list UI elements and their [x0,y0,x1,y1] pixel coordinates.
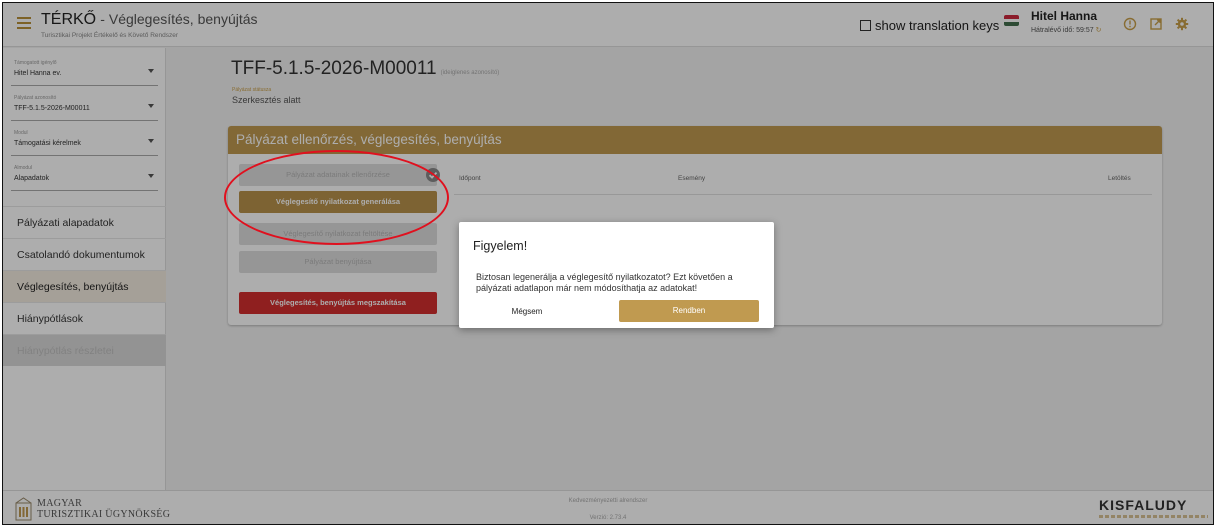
dialog-ok-button[interactable]: Rendben [619,300,759,322]
annotation-ellipse [224,150,449,245]
confirm-dialog: Figyelem! Biztosan legenerálja a véglege… [459,222,774,328]
dialog-cancel-button[interactable]: Mégsem [497,302,557,322]
dialog-message: Biztosan legenerálja a véglegesítő nyila… [476,272,733,293]
app-window: TÉRKŐ - Véglegesítés, benyújtás Turiszti… [2,2,1214,525]
dialog-title: Figyelem! [473,239,528,253]
